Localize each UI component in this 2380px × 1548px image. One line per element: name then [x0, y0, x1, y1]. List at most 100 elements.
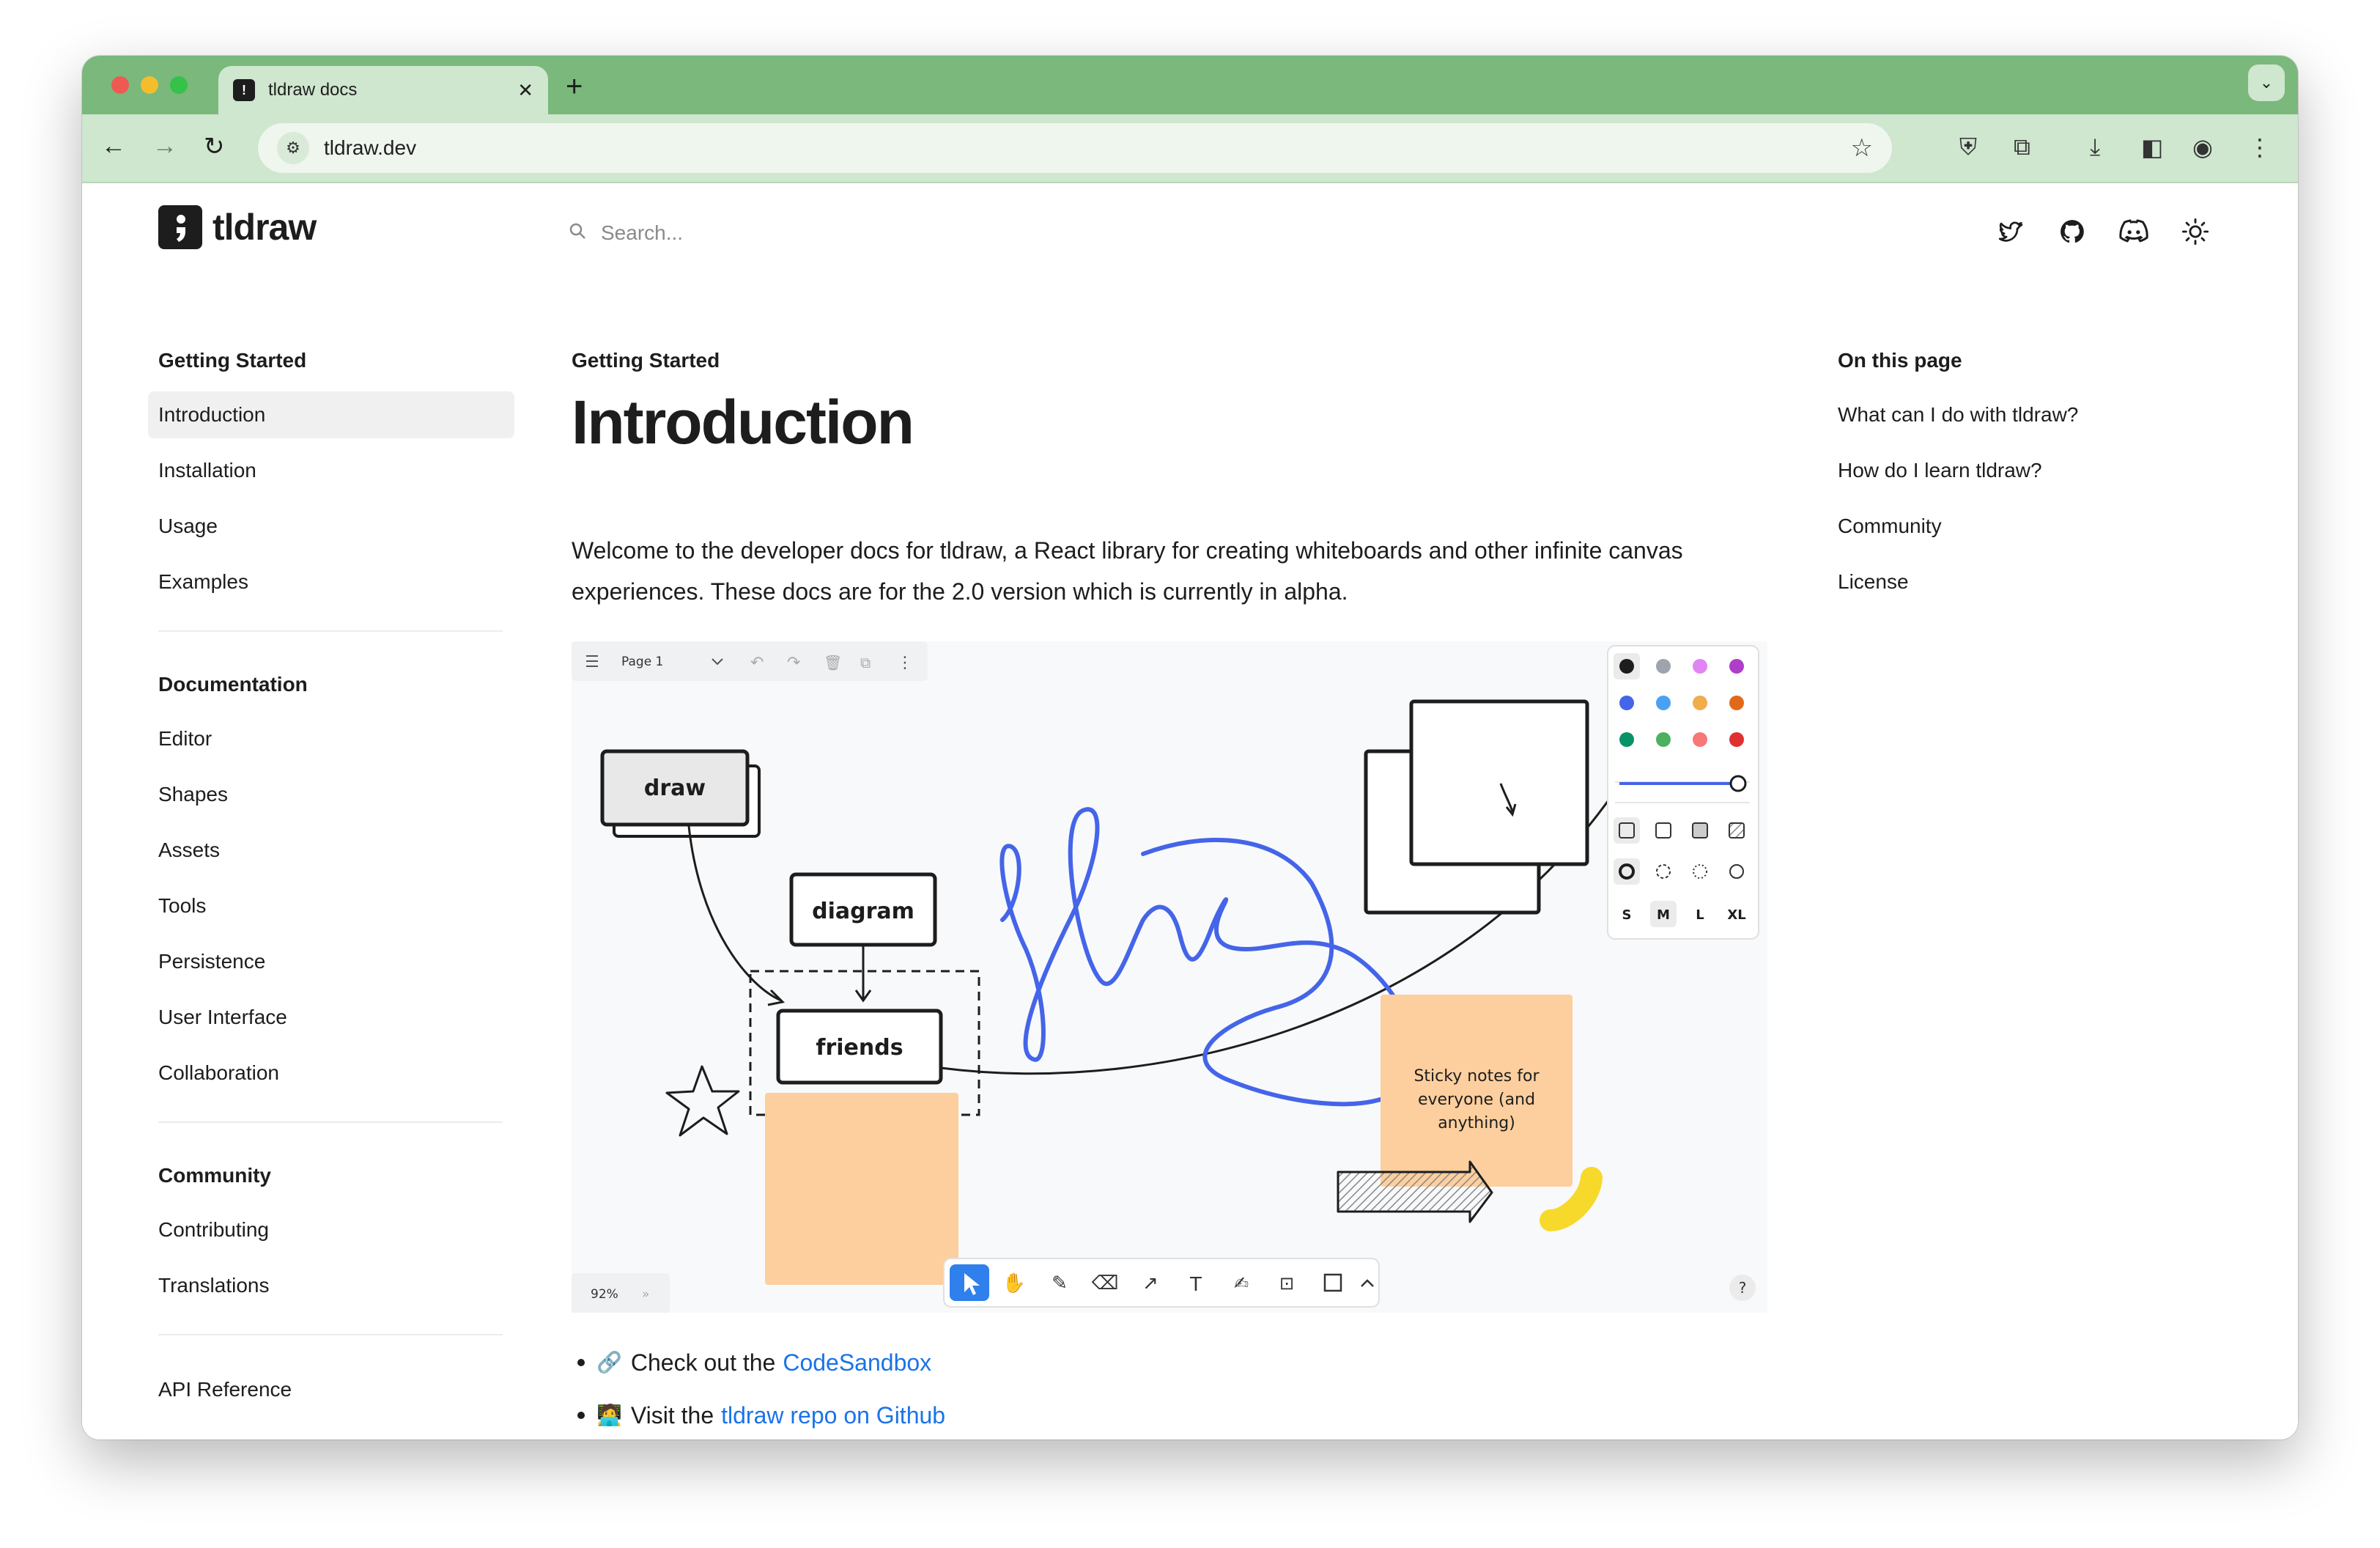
- redo-icon[interactable]: ↷: [787, 654, 800, 672]
- arrow-connector[interactable]: [687, 825, 782, 1002]
- github-icon[interactable]: [2058, 217, 2087, 246]
- toc-item-what-can-i-do[interactable]: What can I do with tldraw?: [1838, 391, 2204, 438]
- docs-sidebar: Getting Started Introduction Installatio…: [148, 339, 522, 1413]
- forward-arrow-icon[interactable]: →: [152, 132, 177, 161]
- sidebar-item-contributing[interactable]: Contributing: [148, 1206, 514, 1253]
- size-l-button[interactable]: L: [1696, 907, 1704, 923]
- window-controls: [111, 76, 188, 94]
- color-swatch[interactable]: [1619, 732, 1634, 747]
- minimap-toggle-icon[interactable]: »: [642, 1287, 649, 1302]
- note-tool-icon[interactable]: ✍: [1234, 1273, 1249, 1294]
- browser-tab[interactable]: ! tldraw docs ✕: [218, 66, 548, 114]
- toc-item-community[interactable]: Community: [1838, 503, 2204, 550]
- sidebar-item-tools[interactable]: Tools: [148, 882, 514, 929]
- color-swatch[interactable]: [1693, 659, 1707, 674]
- search-bar[interactable]: [569, 221, 1041, 245]
- close-window-button[interactable]: [111, 76, 129, 94]
- url-text[interactable]: tldraw.dev: [324, 136, 1851, 160]
- browser-titlebar: ! tldraw docs ✕ + ⌄: [82, 56, 2298, 114]
- new-tab-icon[interactable]: +: [566, 70, 583, 103]
- sidebar-item-translations[interactable]: Translations: [148, 1262, 514, 1309]
- reload-icon[interactable]: ↻: [204, 132, 225, 161]
- codesandbox-link[interactable]: CodeSandbox: [783, 1336, 931, 1389]
- size-xl-button[interactable]: XL: [1727, 907, 1745, 923]
- more-menu-icon[interactable]: ⋮: [897, 654, 913, 672]
- overlap-box-front[interactable]: [1409, 699, 1589, 866]
- toc-heading: On this page: [1838, 349, 1962, 372]
- bullet-dot: [577, 1359, 585, 1366]
- theme-toggle-sun-icon[interactable]: [2181, 217, 2210, 246]
- color-swatch[interactable]: [1729, 696, 1744, 710]
- browser-menu-icon[interactable]: ⋮: [2248, 133, 2272, 161]
- toc-item-license[interactable]: License: [1838, 559, 2204, 605]
- duplicate-icon[interactable]: ⧉: [860, 654, 871, 671]
- sidebar-item-user-interface[interactable]: User Interface: [148, 994, 514, 1041]
- zoom-control[interactable]: 92% »: [572, 1273, 670, 1313]
- sidebar-item-api-reference[interactable]: API Reference: [148, 1366, 514, 1413]
- page-selector-label[interactable]: Page 1: [621, 655, 663, 669]
- maximize-window-button[interactable]: [170, 76, 188, 94]
- fill-solid-icon[interactable]: [1692, 822, 1708, 838]
- sidebar-item-collaboration[interactable]: Collaboration: [148, 1050, 514, 1096]
- sidebar-item-examples[interactable]: Examples: [148, 559, 514, 605]
- star-shape[interactable]: [665, 1065, 740, 1137]
- draw-tool-icon[interactable]: ✎: [1052, 1272, 1068, 1294]
- tldraw-canvas-demo: Page 1 ↶ ↷ 🗑 ⧉ ⋮ draw diagram friends St…: [572, 641, 1767, 1313]
- toc-item-how-do-i-learn[interactable]: How do I learn tldraw?: [1838, 447, 2204, 494]
- search-input[interactable]: [601, 221, 1041, 245]
- image-tool-icon[interactable]: ⊡: [1279, 1273, 1294, 1294]
- site-logo[interactable]: tldraw: [158, 205, 317, 249]
- eraser-tool-icon[interactable]: ⌫: [1092, 1272, 1119, 1294]
- sticky-note-blank[interactable]: [765, 1093, 958, 1285]
- site-settings-icon[interactable]: ⚙: [277, 132, 309, 164]
- diagram-shape-label: diagram: [812, 899, 914, 924]
- address-bar[interactable]: ⚙ tldraw.dev ☆: [258, 123, 1892, 173]
- sidebar-item-persistence[interactable]: Persistence: [148, 938, 514, 985]
- diagram-shape[interactable]: diagram: [789, 872, 937, 947]
- sidebar-heading: Getting Started: [158, 349, 307, 372]
- color-swatch[interactable]: [1656, 696, 1671, 710]
- sidebar-item-editor[interactable]: Editor: [148, 715, 514, 762]
- sidebar-item-shapes[interactable]: Shapes: [148, 771, 514, 818]
- sidebar-item-assets[interactable]: Assets: [148, 827, 514, 874]
- undo-icon[interactable]: ↶: [750, 654, 764, 672]
- discord-icon[interactable]: [2119, 217, 2148, 246]
- github-repo-link[interactable]: tldraw repo on Github: [721, 1389, 945, 1440]
- color-swatch[interactable]: [1619, 696, 1634, 710]
- side-panel-icon[interactable]: ◧: [2141, 133, 2163, 161]
- twitter-icon[interactable]: [1996, 217, 2025, 246]
- fill-pattern-icon[interactable]: [1729, 822, 1745, 838]
- bookmark-star-icon[interactable]: ☆: [1851, 133, 1873, 163]
- tab-search-chevron-icon[interactable]: ⌄: [2248, 64, 2285, 101]
- color-swatch[interactable]: [1693, 696, 1707, 710]
- text-tool-icon[interactable]: T: [1189, 1274, 1202, 1296]
- sidebar-item-installation[interactable]: Installation: [148, 447, 514, 494]
- intro-paragraph: Welcome to the developer docs for tldraw…: [572, 537, 1683, 605]
- draw-shape[interactable]: draw: [600, 749, 761, 838]
- color-swatch[interactable]: [1693, 732, 1707, 747]
- size-s-button[interactable]: S: [1622, 907, 1632, 923]
- close-tab-icon[interactable]: ✕: [517, 79, 533, 102]
- minimize-window-button[interactable]: [141, 76, 158, 94]
- download-icon[interactable]: ⤓: [2090, 133, 2100, 161]
- arrow-tool-icon[interactable]: ↗: [1142, 1272, 1158, 1294]
- color-swatch[interactable]: [1656, 659, 1671, 674]
- color-swatch[interactable]: [1656, 732, 1671, 747]
- color-swatch[interactable]: [1729, 659, 1744, 674]
- trash-icon[interactable]: 🗑: [824, 654, 842, 671]
- sidebar-item-introduction[interactable]: Introduction: [148, 391, 514, 438]
- extensions-puzzle-icon[interactable]: ⧉: [2014, 133, 2030, 161]
- ublock-extension-icon[interactable]: ⛨: [1959, 133, 1977, 161]
- friends-shape[interactable]: friends: [776, 1009, 943, 1085]
- opacity-slider-handle[interactable]: [1729, 775, 1747, 792]
- color-swatch[interactable]: [1729, 732, 1744, 747]
- profile-avatar-icon[interactable]: ◉: [2192, 133, 2213, 161]
- color-swatch[interactable]: [1619, 659, 1634, 674]
- list-item-text: Check out the: [630, 1349, 776, 1376]
- blue-scribble[interactable]: [999, 807, 1418, 1107]
- size-m-button[interactable]: M: [1657, 907, 1670, 923]
- hand-tool-icon[interactable]: ✋: [1002, 1272, 1026, 1294]
- back-arrow-icon[interactable]: ←: [101, 132, 126, 161]
- zoom-level[interactable]: 92%: [591, 1287, 618, 1302]
- sidebar-item-usage[interactable]: Usage: [148, 503, 514, 550]
